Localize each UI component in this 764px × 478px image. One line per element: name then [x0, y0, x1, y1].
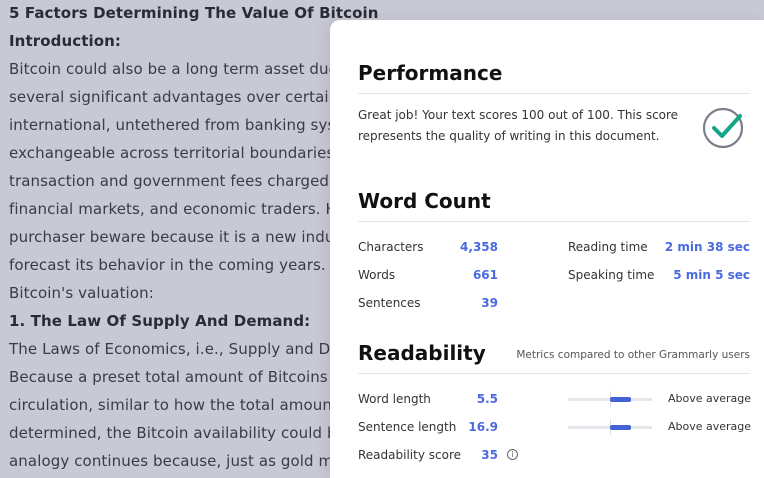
document-line: exchangeable across territorial boundari…: [9, 144, 364, 162]
sentence-length-label: Sentence length: [358, 420, 457, 434]
document-line: The Laws of Economics, i.e., Supply and …: [9, 340, 364, 358]
words-value: 661: [472, 268, 498, 282]
characters-label: Characters: [358, 240, 424, 254]
word-length-value: 5.5: [476, 392, 498, 406]
divider: [358, 373, 750, 374]
document-line: Because a preset total amount of Bitcoin…: [9, 368, 360, 386]
document-heading: Introduction:: [9, 32, 122, 50]
document-line: analogy continues because, just as gold …: [9, 452, 357, 470]
document-line: Bitcoin could also be a long term asset …: [9, 60, 359, 78]
divider: [358, 221, 750, 222]
word-length-rating: Above average: [668, 392, 752, 405]
check-circle-icon: [702, 107, 744, 149]
document-line: several significant advantages over cert…: [9, 88, 363, 106]
characters-value: 4,358: [460, 240, 498, 254]
document-line: Bitcoin's valuation:: [9, 284, 154, 302]
document-line: purchaser beware because it is a new ind…: [9, 228, 364, 246]
sentence-length-value: 16.9: [468, 420, 498, 434]
document-line: determined, the Bitcoin availability cou…: [9, 424, 367, 442]
document-line: financial markets, and economic traders.…: [9, 200, 359, 218]
metrics-note: Metrics compared to other Grammarly user…: [516, 349, 750, 361]
sentence-length-rating: Above average: [668, 420, 752, 433]
document-heading: 5 Factors Determining The Value Of Bitco…: [9, 4, 379, 22]
sentences-label: Sentences: [358, 296, 421, 310]
speaking-time-value: 5 min 5 sec: [673, 268, 750, 282]
readability-score-value: 35: [481, 448, 498, 462]
divider: [358, 93, 750, 94]
document-line: international, untethered from banking s…: [9, 116, 366, 134]
words-label: Words: [358, 268, 396, 282]
word-length-label: Word length: [358, 392, 431, 406]
sentence-length-fill: [610, 425, 631, 430]
speaking-time-label: Speaking time: [568, 268, 655, 282]
word-count-title: Word Count: [358, 189, 491, 213]
performance-description: Great job! Your text scores 100 out of 1…: [358, 108, 679, 143]
word-length-bar: [568, 391, 652, 407]
readability-title: Readability: [358, 341, 486, 365]
document-heading: 1. The Law Of Supply And Demand:: [9, 312, 311, 330]
word-length-fill: [610, 397, 631, 402]
performance-panel: Performance Great job! Your text scores …: [330, 20, 764, 478]
readability-score-label: Readability score: [358, 448, 461, 462]
reading-time-value: 2 min 38 sec: [664, 240, 750, 254]
info-icon[interactable]: i: [507, 449, 518, 460]
sentences-value: 39: [481, 296, 498, 310]
reading-time-label: Reading time: [568, 240, 648, 254]
sentence-length-bar: [568, 419, 652, 435]
document-line: forecast its behavior in the coming year…: [9, 256, 361, 274]
document-line: circulation, similar to how the total am…: [9, 396, 358, 414]
document-line: transaction and government fees charged …: [9, 172, 353, 190]
performance-title: Performance: [358, 61, 503, 85]
